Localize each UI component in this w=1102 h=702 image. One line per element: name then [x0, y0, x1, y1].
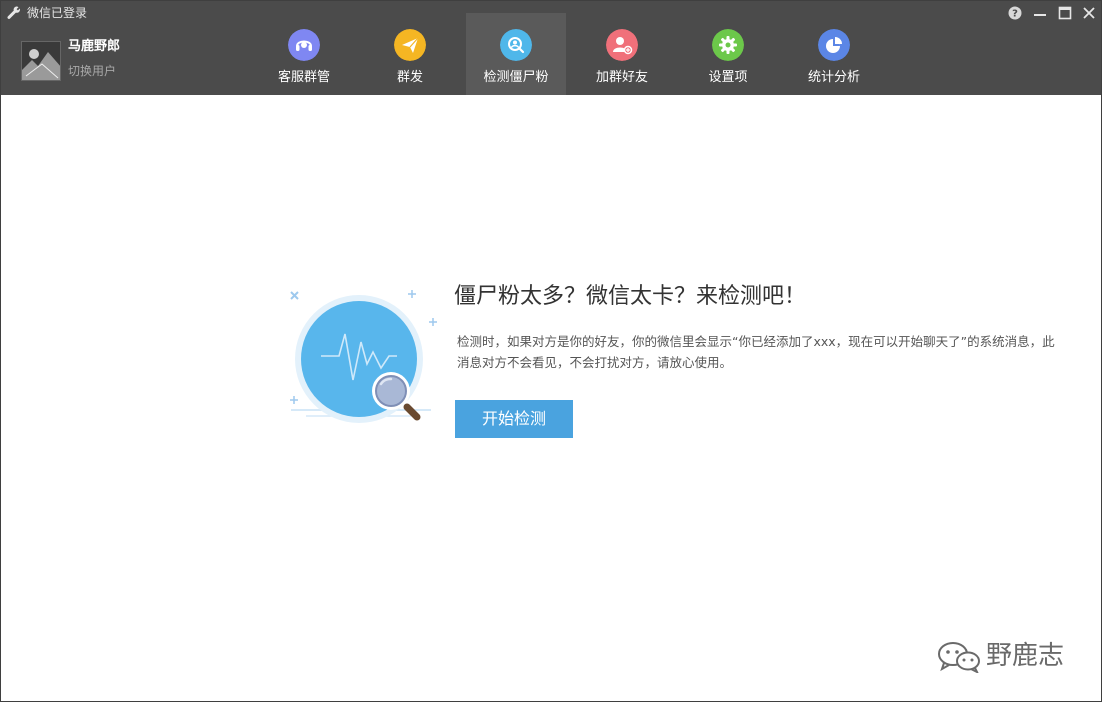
detect-description: 检测时，如果对方是你的好友，你的微信里会显示“你已经添加了xxx，现在可以开始聊…: [457, 334, 1055, 370]
detect-icon: [500, 29, 532, 61]
header-bar: 微信已登录 ? 马鹿野郎 切换用户 客服群管 群发 检测僵尸粉 加群好友 设置项…: [1, 1, 1101, 95]
nav-label: 统计分析: [807, 70, 860, 85]
watermark-text: 野鹿志: [986, 641, 1065, 671]
nav-label: 加群好友: [595, 70, 648, 85]
paper-plane-icon: [394, 29, 426, 61]
nav-item-settings[interactable]: 设置项: [678, 13, 778, 95]
nav-item-statistics[interactable]: 统计分析: [784, 13, 884, 95]
watermark: 野鹿志: [936, 637, 1086, 677]
page-title: 僵尸粉太多？微信太卡？来检测吧！: [454, 284, 807, 309]
switch-user-link[interactable]: 切换用户: [68, 63, 116, 79]
help-icon[interactable]: ?: [1007, 5, 1023, 21]
headset-icon: [288, 29, 320, 61]
start-detect-button[interactable]: 开始检测: [455, 400, 573, 438]
nav-item-add-friends[interactable]: 加群好友: [572, 13, 672, 95]
nav-item-customer-service[interactable]: 客服群管: [254, 13, 354, 95]
gear-icon: [712, 29, 744, 61]
close-icon[interactable]: [1081, 5, 1097, 21]
add-friend-icon: [606, 29, 638, 61]
nav-label: 群发: [396, 70, 423, 85]
minimize-icon[interactable]: [1032, 5, 1048, 21]
window-title: 微信已登录: [27, 6, 88, 20]
pie-chart-icon: [818, 29, 850, 61]
svg-text:?: ?: [1012, 9, 1018, 20]
wechat-logo-icon: [938, 642, 980, 673]
nav-label: 检测僵尸粉: [483, 70, 549, 85]
avatar-image: [22, 42, 60, 80]
user-name: 马鹿野郎: [68, 39, 121, 54]
nav-item-detect-zombie[interactable]: 检测僵尸粉: [466, 13, 566, 95]
detect-illustration-icon: [290, 290, 437, 423]
nav-label: 设置项: [708, 70, 748, 85]
avatar[interactable]: [21, 41, 61, 81]
nav-item-mass-send[interactable]: 群发: [360, 13, 460, 95]
maximize-icon[interactable]: [1057, 5, 1073, 21]
wrench-icon: [7, 6, 20, 19]
app-window: 微信已登录 ? 马鹿野郎 切换用户 客服群管 群发 检测僵尸粉 加群好友 设置项…: [0, 0, 1102, 702]
nav-label: 客服群管: [277, 70, 330, 85]
